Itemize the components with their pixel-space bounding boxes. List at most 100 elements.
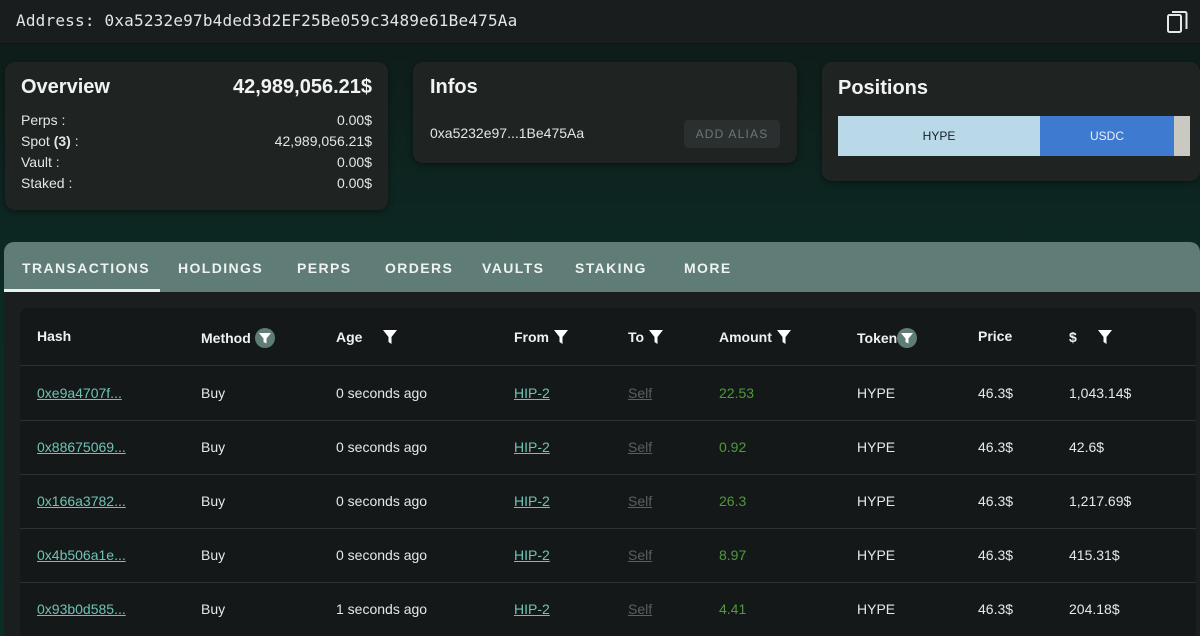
- tab-staking[interactable]: STAKING: [575, 242, 647, 292]
- column-header-from: From: [514, 328, 569, 346]
- filter-icon[interactable]: [776, 328, 792, 346]
- filter-icon[interactable]: [1097, 328, 1113, 346]
- positions-bar: HYPE USDC: [838, 116, 1190, 156]
- copy-icon[interactable]: [1166, 10, 1190, 36]
- method-cell: Buy: [201, 493, 226, 509]
- tab-vaults[interactable]: VAULTS: [482, 242, 544, 292]
- wallet-address: Address: 0xa5232e97b4ded3d2EF25Be059c348…: [16, 11, 518, 30]
- hash-link[interactable]: 0x88675069...: [37, 439, 126, 455]
- filter-icon[interactable]: [553, 328, 569, 346]
- from-link[interactable]: HIP-2: [514, 385, 550, 401]
- overview-label: Spot (3) :: [21, 133, 79, 149]
- price-cell: 46.3$: [978, 601, 1014, 617]
- hash-link[interactable]: 0x93b0d585...: [37, 601, 126, 617]
- price-cell: 46.3$: [978, 439, 1014, 455]
- price-cell: 46.3$: [978, 493, 1014, 509]
- position-segment-other[interactable]: [1174, 116, 1190, 156]
- hash-link[interactable]: 0xe9a4707f...: [37, 385, 122, 401]
- age-cell: 0 seconds ago: [336, 439, 428, 455]
- column-header-method: Method: [201, 328, 275, 348]
- header-label: From: [514, 329, 549, 345]
- token-cell: HYPE: [857, 547, 896, 563]
- positions-title: Positions: [838, 77, 929, 99]
- method-cell: Buy: [201, 601, 226, 617]
- table-row[interactable]: 0xe9a4707f... Buy 0 seconds ago HIP-2 Se…: [20, 367, 1196, 421]
- column-header-age: Age: [336, 328, 398, 346]
- header-label: Token: [857, 330, 898, 346]
- age-cell: 0 seconds ago: [336, 385, 428, 401]
- price-cell: 46.3$: [978, 385, 1014, 401]
- filter-icon[interactable]: [648, 328, 664, 346]
- method-cell: Buy: [201, 439, 226, 455]
- from-link[interactable]: HIP-2: [514, 547, 550, 563]
- age-cell: 1 seconds ago: [336, 601, 428, 617]
- tab-holdings[interactable]: HOLDINGS: [178, 242, 263, 292]
- usd-cell: 204.18$: [1069, 601, 1120, 617]
- column-header-usd: $: [1069, 328, 1113, 346]
- column-header-token: Token: [857, 328, 918, 348]
- header-label: Age: [336, 329, 363, 345]
- overview-value: 0.00$: [336, 175, 372, 191]
- overview-title: Overview: [21, 76, 110, 98]
- tab-transactions[interactable]: TRANSACTIONS: [22, 242, 150, 292]
- filter-icon[interactable]: [254, 328, 275, 348]
- from-link[interactable]: HIP-2: [514, 439, 550, 455]
- table-row[interactable]: 0x93b0d585... Buy 1 seconds ago HIP-2 Se…: [20, 583, 1196, 636]
- overview-label: Staked :: [21, 175, 73, 191]
- tab-more[interactable]: MORE: [684, 242, 732, 292]
- overview-label: Perps :: [21, 112, 66, 128]
- method-cell: Buy: [201, 547, 226, 563]
- to-link[interactable]: Self: [628, 385, 652, 401]
- overview-value: 0.00$: [336, 154, 372, 170]
- position-segment-usdc[interactable]: USDC: [1040, 116, 1174, 156]
- header-label: To: [628, 329, 645, 345]
- filter-icon[interactable]: [382, 328, 398, 346]
- overview-row-staked: Staked : 0.00$: [21, 175, 372, 195]
- filter-icon[interactable]: [897, 328, 918, 348]
- to-link[interactable]: Self: [628, 547, 652, 563]
- usd-cell: 415.31$: [1069, 547, 1120, 563]
- overview-label: Vault :: [21, 154, 60, 170]
- age-cell: 0 seconds ago: [336, 547, 428, 563]
- table-row[interactable]: 0x4b506a1e... Buy 0 seconds ago HIP-2 Se…: [20, 529, 1196, 583]
- overview-row-perps: Perps : 0.00$: [21, 112, 372, 132]
- add-alias-button[interactable]: ADD ALIAS: [684, 120, 780, 148]
- token-cell: HYPE: [857, 439, 896, 455]
- from-link[interactable]: HIP-2: [514, 493, 550, 509]
- method-cell: Buy: [201, 385, 226, 401]
- hash-link[interactable]: 0x166a3782...: [37, 493, 126, 509]
- short-address: 0xa5232e97...1Be475Aa: [430, 125, 585, 141]
- hash-link[interactable]: 0x4b506a1e...: [37, 547, 126, 563]
- table-row[interactable]: 0x166a3782... Buy 0 seconds ago HIP-2 Se…: [20, 475, 1196, 529]
- infos-card: Infos 0xa5232e97...1Be475Aa ADD ALIAS: [413, 62, 797, 163]
- spot-label-text: Spot: [21, 133, 54, 149]
- price-cell: 46.3$: [978, 547, 1014, 563]
- positions-card: Positions HYPE USDC: [822, 62, 1200, 181]
- header-label: Method: [201, 330, 251, 346]
- header-label: $: [1069, 329, 1077, 345]
- token-cell: HYPE: [857, 493, 896, 509]
- to-link[interactable]: Self: [628, 439, 652, 455]
- header-label: Hash: [37, 328, 72, 344]
- tab-orders[interactable]: ORDERS: [385, 242, 453, 292]
- to-link[interactable]: Self: [628, 601, 652, 617]
- table-header: Hash Method Age From To Amount Token Pri…: [20, 308, 1196, 366]
- from-link[interactable]: HIP-2: [514, 601, 550, 617]
- transactions-panel: TRANSACTIONS HOLDINGS PERPS ORDERS VAULT…: [4, 242, 1200, 636]
- amount-cell: 0.92: [719, 439, 747, 455]
- amount-cell: 22.53: [719, 385, 755, 401]
- token-cell: HYPE: [857, 385, 896, 401]
- column-header-hash: Hash: [37, 328, 71, 344]
- to-link[interactable]: Self: [628, 493, 652, 509]
- overview-card: Overview 42,989,056.21$ Perps : 0.00$ Sp…: [5, 62, 388, 210]
- address-bar: Address: 0xa5232e97b4ded3d2EF25Be059c348…: [0, 0, 1200, 44]
- amount-cell: 4.41: [719, 601, 747, 617]
- overview-value: 42,989,056.21$: [274, 133, 372, 149]
- transactions-table: Hash Method Age From To Amount Token Pri…: [20, 308, 1196, 636]
- overview-row-vault: Vault : 0.00$: [21, 154, 372, 174]
- tab-perps[interactable]: PERPS: [297, 242, 351, 292]
- column-header-amount: Amount: [719, 328, 792, 346]
- table-row[interactable]: 0x88675069... Buy 0 seconds ago HIP-2 Se…: [20, 421, 1196, 475]
- token-cell: HYPE: [857, 601, 896, 617]
- position-segment-hype[interactable]: HYPE: [838, 116, 1040, 156]
